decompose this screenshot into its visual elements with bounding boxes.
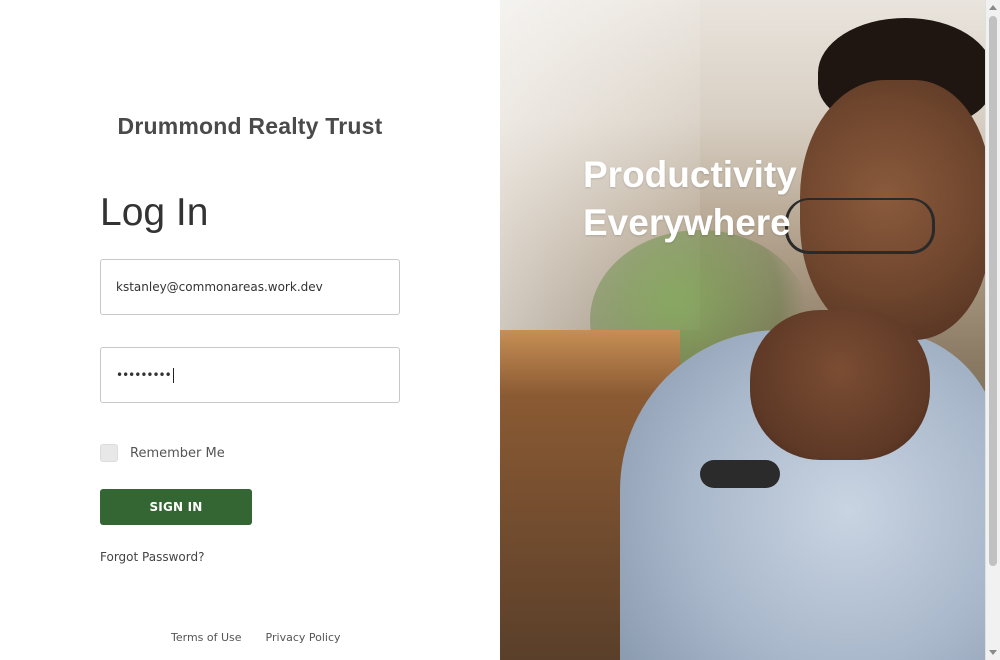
- sign-in-button[interactable]: SIGN IN: [100, 489, 252, 525]
- vertical-scrollbar[interactable]: [985, 0, 1000, 660]
- text-caret: [172, 367, 174, 383]
- email-value: kstanley@commonareas.work.dev: [116, 280, 323, 294]
- hero-tagline-line1: Productivity: [583, 154, 797, 195]
- clasped-hands: [750, 310, 930, 460]
- scroll-down-icon[interactable]: [989, 650, 997, 655]
- glasses: [785, 198, 935, 254]
- hero-tagline: Productivity Everywhere: [583, 151, 797, 247]
- remember-me-label[interactable]: Remember Me: [130, 446, 225, 461]
- hero-tagline-line2: Everywhere: [583, 202, 791, 243]
- footer-links: Terms of Use Privacy Policy: [171, 631, 341, 644]
- forgot-password-link[interactable]: Forgot Password?: [100, 550, 204, 564]
- brand-name: Drummond Realty Trust: [117, 113, 383, 139]
- hero-image: Productivity Everywhere: [500, 0, 985, 660]
- scrollbar-thumb[interactable]: [989, 16, 997, 566]
- password-value: •••••••••: [116, 368, 172, 382]
- password-field[interactable]: •••••••••: [100, 347, 400, 403]
- wristwatch: [700, 460, 780, 488]
- terms-of-use-link[interactable]: Terms of Use: [171, 631, 242, 644]
- email-field[interactable]: kstanley@commonareas.work.dev: [100, 259, 400, 315]
- remember-me-checkbox[interactable]: [100, 444, 118, 462]
- page-title: Log In: [100, 191, 209, 234]
- privacy-policy-link[interactable]: Privacy Policy: [266, 631, 341, 644]
- login-panel: Drummond Realty Trust Log In kstanley@co…: [0, 0, 500, 660]
- scroll-up-icon[interactable]: [989, 5, 997, 10]
- remember-me[interactable]: Remember Me: [100, 444, 225, 462]
